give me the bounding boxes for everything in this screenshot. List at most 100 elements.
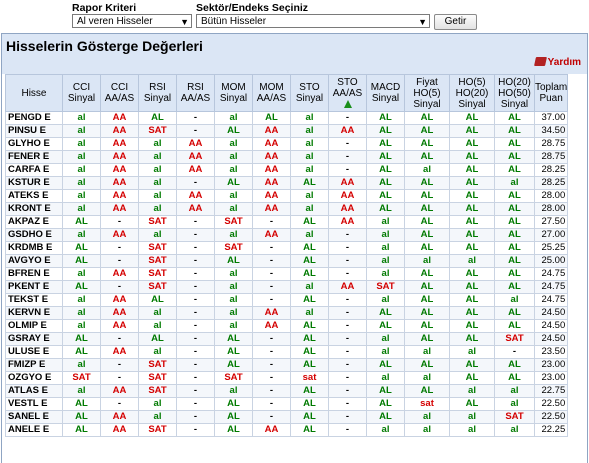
signal-cell: AL xyxy=(404,332,450,346)
signal-cell: al xyxy=(62,150,101,164)
signal-cell: - xyxy=(176,371,215,385)
signal-cell: AA xyxy=(328,124,367,138)
signal-cell: AL xyxy=(449,124,495,138)
signal-cell: AA xyxy=(328,280,367,294)
header-text: HO(20) xyxy=(455,87,489,99)
signal-cell: SAT xyxy=(494,410,535,424)
signal-cell: al xyxy=(214,111,253,125)
signal-cell: - xyxy=(176,228,215,242)
signal-cell: AA xyxy=(100,384,139,398)
column-header: CCI AA/AS xyxy=(100,74,139,112)
rapor-select[interactable]: Al veren Hisseler ▼ xyxy=(72,14,192,28)
signal-cell: AA xyxy=(100,202,139,216)
signal-cell: - xyxy=(252,280,291,294)
column-header: Fiyat HO(5) Sinyal xyxy=(404,74,450,112)
signal-cell: - xyxy=(176,384,215,398)
stock-code: PENGD E xyxy=(5,111,63,125)
total-score: 22.75 xyxy=(533,384,569,398)
sektor-select[interactable]: Bütün Hisseler ▼ xyxy=(196,14,430,28)
signal-cell: al xyxy=(404,410,450,424)
signal-cell: AA xyxy=(252,189,291,203)
signal-cell: AL xyxy=(404,228,450,242)
signal-cell: - xyxy=(176,410,215,424)
total-score: 25.00 xyxy=(533,254,569,268)
stock-code: KSTUR E xyxy=(5,176,63,190)
table-row: KSTUR Eal AA al - AL AA AL AA AL AL AL al 28.25 xyxy=(5,176,569,190)
signal-cell: - xyxy=(176,423,215,437)
header-text: Sinyal xyxy=(371,93,400,104)
signal-cell: AL xyxy=(449,267,495,281)
signal-cell: - xyxy=(328,423,367,437)
signal-cell: AL xyxy=(366,397,405,411)
signal-cell: - xyxy=(176,319,215,333)
signal-cell: AL xyxy=(252,111,291,125)
signal-cell: AL xyxy=(494,150,535,164)
signal-cell: AA xyxy=(100,306,139,320)
signal-cell: - xyxy=(494,345,535,359)
column-header[interactable]: Hisse xyxy=(5,74,63,112)
signal-cell: al xyxy=(138,306,177,320)
signal-cell: al xyxy=(214,280,253,294)
signal-cell: AA xyxy=(176,189,215,203)
signal-cell: al xyxy=(366,241,405,255)
signal-cell: AL xyxy=(290,241,329,255)
signal-cell: al xyxy=(62,111,101,125)
signal-cell: sat xyxy=(404,397,450,411)
signal-cell: AA xyxy=(252,176,291,190)
sektor-label: Sektör/Endeks Seçiniz xyxy=(196,2,309,14)
column-header: STO AA/AS xyxy=(328,74,367,112)
signal-cell: al xyxy=(366,254,405,268)
signal-cell: - xyxy=(176,306,215,320)
signal-cell: AL xyxy=(449,397,495,411)
triangle-up-icon xyxy=(343,99,352,108)
signal-cell: AL xyxy=(214,332,253,346)
header-text: MOM xyxy=(259,82,284,93)
signal-cell: AL xyxy=(404,267,450,281)
signal-cell: AL xyxy=(404,293,450,307)
help-link[interactable]: Yardım xyxy=(533,57,581,68)
signal-cell: al xyxy=(62,189,101,203)
signal-cell: - xyxy=(176,358,215,372)
signal-cell: al xyxy=(214,319,253,333)
signal-cell: al xyxy=(366,371,405,385)
total-score: 27.50 xyxy=(533,215,569,229)
signal-cell: - xyxy=(176,176,215,190)
signal-cell: AL xyxy=(494,267,535,281)
signal-cell: AL xyxy=(62,345,101,359)
header-text: Sinyal xyxy=(458,98,486,110)
signal-cell: AA xyxy=(100,293,139,307)
stock-code: FENER E xyxy=(5,150,63,164)
signal-cell: AA xyxy=(100,124,139,138)
stock-code: GSDHO E xyxy=(5,228,63,242)
header-text: STO xyxy=(337,76,358,88)
table-row: ATEKS Eal AA al AA al AA al AA AL AL AL AL 28.00 xyxy=(5,189,569,203)
signal-cell: AL xyxy=(449,189,495,203)
total-score: 24.50 xyxy=(533,319,569,333)
book-icon xyxy=(533,57,547,66)
signal-cell: al xyxy=(214,384,253,398)
getir-button[interactable]: Getir xyxy=(434,14,477,30)
signal-cell: AL xyxy=(138,111,177,125)
signal-cell: - xyxy=(100,254,139,268)
signal-cell: al xyxy=(366,332,405,346)
signal-cell: al xyxy=(214,267,253,281)
header-text: HO(5) xyxy=(458,76,486,88)
stock-code: BFREN E xyxy=(5,267,63,281)
column-header: MOM AA/AS xyxy=(252,74,291,112)
total-score: 28.75 xyxy=(533,150,569,164)
table-row: VESTL E AL - al - AL - AL - AL sat AL al 22.50 xyxy=(5,397,569,411)
column-header: Toplam Puan xyxy=(533,74,569,112)
stock-code: OLMIP E xyxy=(5,319,63,333)
signal-cell: AL xyxy=(290,358,329,372)
signal-cell: AA xyxy=(252,319,291,333)
signal-cell: AL xyxy=(366,410,405,424)
stock-code: AKPAZ E xyxy=(5,215,63,229)
signal-cell: SAT xyxy=(138,384,177,398)
signal-cell: al xyxy=(62,202,101,216)
signal-cell: al xyxy=(290,163,329,177)
signal-cell: al xyxy=(366,215,405,229)
signal-cell: AA xyxy=(100,345,139,359)
signal-cell: SAT xyxy=(138,124,177,138)
signal-cell: AL xyxy=(494,189,535,203)
stock-code: CARFA E xyxy=(5,163,63,177)
